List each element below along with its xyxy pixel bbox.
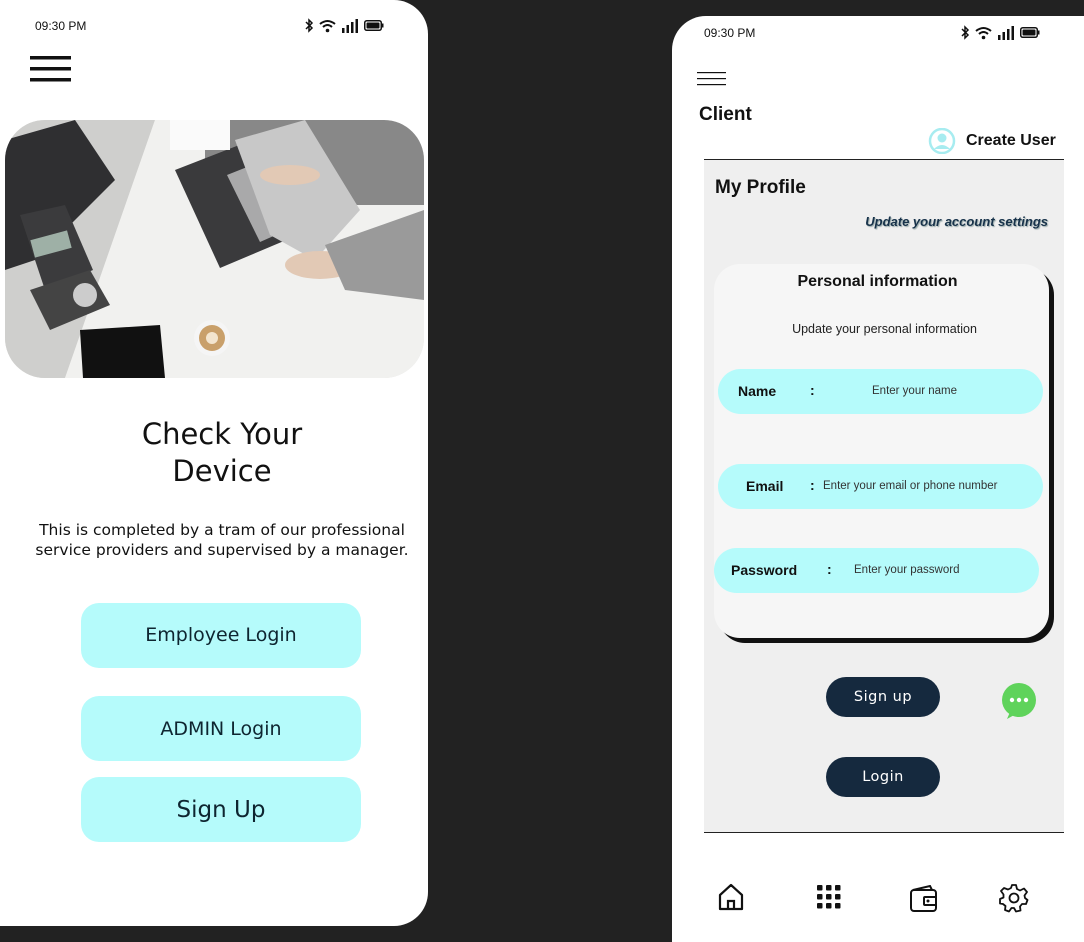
admin-login-button[interactable]: ADMIN Login	[81, 696, 361, 761]
sign-up-button[interactable]: Sign Up	[81, 777, 361, 842]
update-settings-link[interactable]: Update your account settings	[865, 214, 1048, 229]
name-label: Name	[738, 383, 777, 399]
chat-icon[interactable]	[1001, 682, 1037, 725]
cellular-signal-icon	[998, 26, 1014, 40]
card-title: Personal information	[797, 273, 958, 290]
email-label: Email	[746, 478, 784, 494]
create-user-button[interactable]: Create User	[928, 128, 1056, 154]
email-input[interactable]	[823, 473, 1033, 499]
password-label: Password	[731, 562, 798, 578]
page-title: Check Your Device	[0, 416, 428, 490]
profile-content-panel: My Profile Update your account settings …	[704, 159, 1064, 833]
email-colon: :	[810, 477, 815, 493]
phone-screen-my-profile: 09:30 PM Client Create User My Profile U…	[672, 16, 1084, 942]
password-input[interactable]	[854, 557, 1024, 583]
title-line-2: Device	[172, 454, 272, 488]
grid-icon[interactable]	[816, 884, 842, 915]
name-colon: :	[810, 382, 815, 398]
login-button[interactable]: Login	[826, 757, 940, 797]
password-field: Password :	[714, 548, 1039, 593]
email-field: Email :	[718, 464, 1043, 509]
status-time: 09:30 PM	[35, 19, 87, 33]
my-profile-heading: My Profile	[715, 177, 806, 198]
wifi-icon	[319, 19, 336, 32]
phone-screen-check-device: 09:30 PM Check Your Device This is compl…	[0, 0, 428, 926]
battery-icon	[364, 20, 384, 31]
status-bar-icons	[304, 18, 384, 33]
name-field: Name :	[718, 369, 1043, 414]
description-text: This is completed by a tram of our profe…	[35, 521, 409, 559]
bluetooth-icon	[305, 18, 314, 33]
client-label: Client	[699, 104, 752, 125]
menu-icon[interactable]	[30, 55, 72, 88]
home-icon[interactable]	[717, 882, 745, 917]
card-subtitle: Update your personal information	[792, 322, 977, 336]
menu-icon[interactable]	[697, 71, 727, 92]
title-line-1: Check Your	[141, 417, 303, 451]
cellular-signal-icon	[342, 19, 358, 33]
battery-icon	[1020, 27, 1040, 38]
bluetooth-icon	[961, 25, 970, 40]
status-time: 09:30 PM	[704, 26, 756, 40]
password-colon: :	[827, 561, 832, 577]
user-avatar-icon	[928, 128, 956, 154]
hero-image-laptop-desk	[5, 120, 424, 378]
name-input[interactable]	[872, 378, 1032, 404]
wifi-icon	[975, 26, 992, 39]
status-bar-icons	[960, 25, 1040, 40]
settings-icon[interactable]	[999, 883, 1029, 918]
personal-information-card: Personal information Update your persona…	[714, 264, 1049, 638]
create-user-label: Create User	[966, 132, 1056, 149]
employee-login-button[interactable]: Employee Login	[81, 603, 361, 668]
sign-up-button[interactable]: Sign up	[826, 677, 940, 717]
wallet-icon[interactable]	[909, 884, 939, 918]
